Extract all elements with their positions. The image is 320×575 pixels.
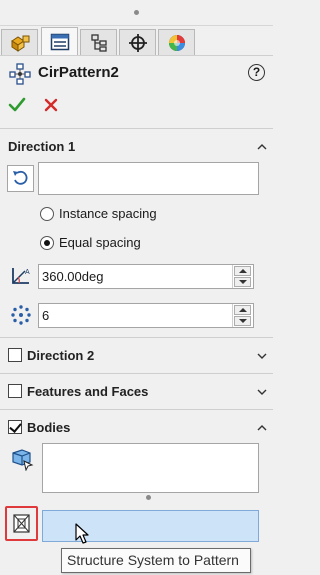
instances-spin-down-button[interactable] [234,316,251,326]
section-divider-4 [0,409,273,410]
grip-handle-icon[interactable] [134,10,139,15]
bodies-selection-icon [12,449,34,471]
propertymanager-tab[interactable] [41,27,78,55]
section-divider-1 [0,128,273,129]
crosshair-icon [128,33,147,52]
instances-input[interactable]: 6 [38,303,254,328]
circular-pattern-icon [9,63,31,85]
angle-spin-down-button[interactable] [234,277,251,287]
features-faces-checkbox[interactable] [8,384,22,398]
ok-check-icon[interactable] [8,96,26,114]
svg-text:A: A [25,269,30,276]
reverse-direction-icon [13,170,28,185]
structure-system-icon [13,514,30,533]
features-faces-title[interactable]: Features and Faces [27,384,148,399]
configuration-manager-icon [90,33,107,52]
property-manager-icon [50,33,69,50]
angle-spinner[interactable] [232,265,252,288]
instance-spacing-label[interactable]: Instance spacing [59,206,157,221]
tabs-divider [0,55,273,56]
instances-spinner[interactable] [232,304,252,327]
chevron-up-icon[interactable] [256,141,268,153]
displaymanager-tab[interactable] [158,29,195,55]
instances-spin-up-button[interactable] [234,305,251,315]
resize-grip-icon[interactable] [146,495,151,500]
angle-icon: A [12,268,30,284]
dimxpertmanager-tab[interactable] [119,29,156,55]
reverse-direction-button[interactable] [7,165,34,192]
direction1-title[interactable]: Direction 1 [8,139,75,154]
help-icon[interactable]: ? [248,64,265,81]
chevron-down-icon[interactable] [256,386,268,398]
chevron-up-icon[interactable] [256,422,268,434]
tooltip: Structure System to Pattern [61,548,251,573]
direction2-checkbox[interactable] [8,348,22,362]
mouse-cursor-icon [75,523,89,544]
page-title: CirPattern2 [38,64,119,81]
structure-system-button[interactable] [5,506,38,541]
equal-spacing-label[interactable]: Equal spacing [59,235,141,250]
chevron-down-icon[interactable] [256,350,268,362]
instances-icon [11,305,31,325]
section-divider-3 [0,373,273,374]
cancel-x-icon[interactable] [42,96,60,114]
angle-input[interactable]: 360.00deg [38,264,254,289]
featuremanager-tab[interactable] [1,29,38,55]
direction2-title[interactable]: Direction 2 [27,348,94,363]
angle-spin-up-button[interactable] [234,266,251,276]
section-divider-2 [0,337,273,338]
bodies-title[interactable]: Bodies [27,420,70,435]
configurationmanager-tab[interactable] [80,29,117,55]
bodies-checkbox[interactable] [8,420,22,434]
feature-manager-icon [10,35,29,52]
equal-spacing-radio[interactable] [40,236,54,250]
bodies-selection-box[interactable] [42,443,259,493]
manager-tabs [0,27,273,55]
appearance-icon [168,34,185,51]
pattern-axis-field[interactable] [38,162,259,195]
instance-spacing-radio[interactable] [40,207,54,221]
